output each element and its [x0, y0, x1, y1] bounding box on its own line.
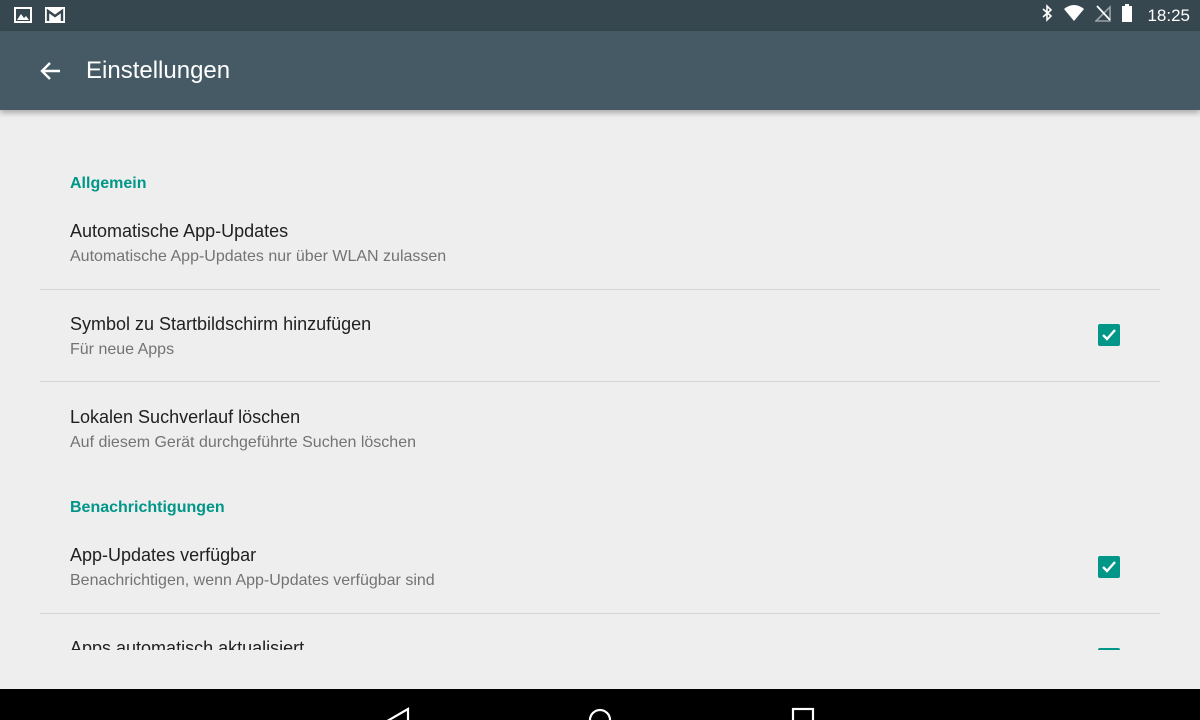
bluetooth-icon: [1041, 4, 1053, 27]
notification-icons: [14, 6, 66, 29]
checkbox-app-updates-available[interactable]: [1098, 556, 1120, 578]
pref-title: Automatische App-Updates: [70, 221, 289, 241]
pref-summary: Für neue Apps: [70, 341, 175, 358]
checkbox-add-home-icon[interactable]: [1098, 324, 1120, 346]
system-icons: 18:25: [1041, 0, 1190, 31]
back-button[interactable]: [38, 59, 64, 83]
pref-clear-search-history[interactable]: Lokalen Suchverlauf löschen Auf diesem G…: [40, 382, 1160, 464]
pref-summary: Auf diesem Gerät durchgeführte Suchen lö…: [70, 434, 416, 451]
pref-apps-auto-updated[interactable]: Apps automatisch aktualisiert: [40, 614, 1160, 650]
clock: 18:25: [1147, 5, 1190, 25]
no-sim-icon: [1094, 4, 1112, 27]
battery-icon: [1121, 4, 1133, 27]
navigation-bar: [0, 689, 1200, 720]
section-header-allgemein: Allgemein: [70, 175, 147, 192]
pref-title: Apps automatisch aktualisiert: [70, 638, 305, 650]
section-header-benachrichtigungen: Benachrichtigungen: [70, 499, 225, 516]
check-icon: [1102, 329, 1116, 341]
home-icon[interactable]: [587, 707, 613, 720]
recents-icon[interactable]: [791, 707, 815, 720]
pref-summary: Automatische App-Updates nur über WLAN z…: [70, 248, 447, 265]
pref-automatic-app-updates[interactable]: Automatische App-Updates Automatische Ap…: [40, 210, 1160, 288]
check-icon: [1102, 561, 1116, 573]
pref-app-updates-available[interactable]: App-Updates verfügbar Benachrichtigen, w…: [40, 532, 1160, 612]
pref-add-home-icon[interactable]: Symbol zu Startbildschirm hinzufügen Für…: [40, 290, 1160, 382]
pref-summary: Benachrichtigen, wenn App-Updates verfüg…: [70, 572, 435, 589]
checkbox-apps-auto-updated[interactable]: [1098, 648, 1120, 650]
pref-title: Symbol zu Startbildschirm hinzufügen: [70, 314, 372, 334]
wifi-icon: [1063, 4, 1085, 27]
pref-title: App-Updates verfügbar: [70, 545, 257, 565]
arrow-back-icon: [40, 62, 60, 80]
image-icon: [14, 6, 32, 29]
app-bar: Einstellungen: [0, 31, 1200, 110]
back-icon[interactable]: [386, 707, 412, 720]
page-title: Einstellungen: [86, 57, 231, 84]
status-bar: 18:25: [0, 0, 1200, 31]
pref-title: Lokalen Suchverlauf löschen: [70, 407, 301, 427]
settings-list[interactable]: Allgemein Automatische App-Updates Autom…: [0, 110, 1200, 650]
gmail-icon: [44, 6, 66, 29]
